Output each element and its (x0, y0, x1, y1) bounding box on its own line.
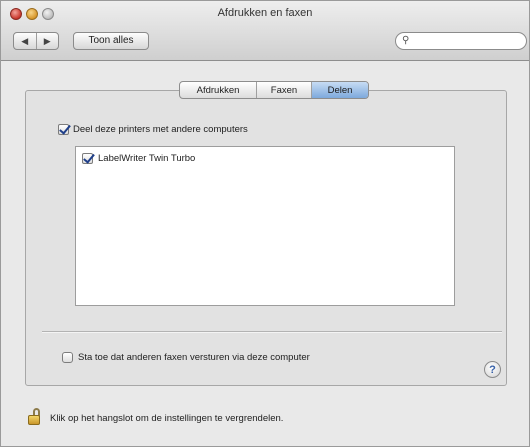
share-printers-checkbox[interactable] (58, 124, 69, 135)
search-field[interactable]: ⚲ (395, 32, 527, 50)
preferences-window: Afdrukken en faxen ◀ ▶ Toon alles ⚲ Afdr… (0, 0, 530, 447)
printer-name[interactable]: LabelWriter Twin Turbo (98, 153, 195, 164)
sharing-panel: Deel deze printers met andere computers … (25, 90, 507, 386)
forward-arrow-icon[interactable]: ▶ (35, 33, 59, 49)
help-button[interactable]: ? (484, 361, 501, 378)
lock-body (28, 415, 40, 425)
list-item: LabelWriter Twin Turbo (82, 153, 382, 167)
show-all-button[interactable]: Toon alles (73, 32, 149, 50)
lock-instruction-text: Klik op het hangslot om de instellingen … (50, 413, 284, 424)
share-printers-label[interactable]: Deel deze printers met andere computers (73, 124, 248, 135)
fax-sharing-label[interactable]: Sta toe dat anderen faxen versturen via … (78, 352, 310, 363)
tab-faxen[interactable]: Faxen (256, 82, 311, 98)
search-input[interactable] (416, 34, 524, 49)
search-icon: ⚲ (402, 35, 410, 46)
tab-bar: Afdrukken Faxen Delen (179, 81, 369, 99)
title-toolbar: Afdrukken en faxen ◀ ▶ Toon alles ⚲ (1, 1, 529, 61)
printer-share-checkbox[interactable] (82, 153, 93, 164)
back-forward-control: ◀ ▶ (13, 32, 59, 50)
divider (42, 331, 502, 333)
printer-list[interactable]: LabelWriter Twin Turbo (75, 146, 455, 306)
tab-delen[interactable]: Delen (311, 82, 368, 98)
fax-sharing-checkbox[interactable] (62, 352, 73, 363)
tab-afdrukken[interactable]: Afdrukken (180, 82, 256, 98)
window-title: Afdrukken en faxen (217, 7, 313, 19)
back-arrow-icon[interactable]: ◀ (14, 33, 36, 49)
lock-icon[interactable] (28, 408, 42, 426)
